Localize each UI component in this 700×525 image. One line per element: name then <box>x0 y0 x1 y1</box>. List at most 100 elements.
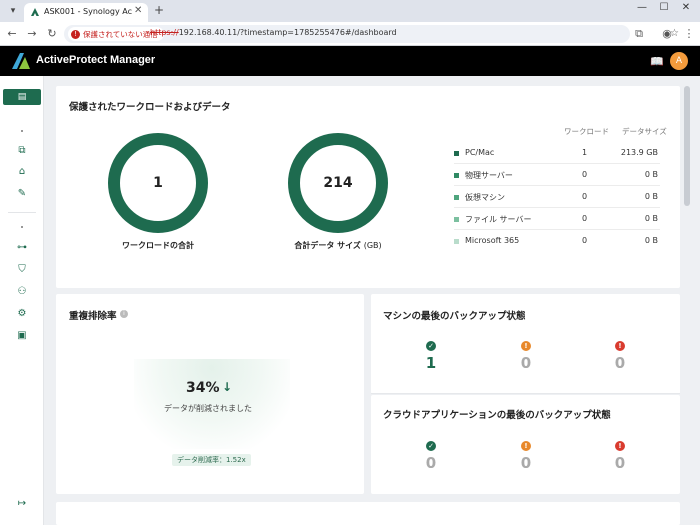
sidebar-item-reports-icon[interactable]: ✎ <box>12 187 32 201</box>
app-header: ActiveProtect Manager 📖 A <box>0 46 700 76</box>
legend-swatch <box>454 173 459 178</box>
sidebar-group-dot <box>21 130 23 132</box>
synology-favicon-icon <box>31 8 39 16</box>
workload-type-name: Microsoft 365 <box>465 236 520 245</box>
browser-tabbar: ▾ ASK001 - Synology ActiveProtect ✕ + — … <box>0 0 700 22</box>
success-check-icon: ✓ <box>426 441 436 451</box>
browser-toolbar: ← → ↻ ! 保護されていない通信 https://192.168.40.11… <box>0 22 700 46</box>
machine-success-count[interactable]: 1 <box>416 354 446 372</box>
sidebar-group-dot <box>21 226 23 228</box>
legend-swatch <box>454 239 459 244</box>
info-icon[interactable]: i <box>120 310 128 318</box>
row-divider <box>454 163 660 164</box>
user-avatar[interactable]: A <box>670 52 688 70</box>
workload-count: 1 <box>582 148 588 157</box>
card-title: 保護されたワークロードおよびデータ <box>69 102 231 113</box>
security-label: 保護されていない通信 <box>83 29 158 39</box>
url-scheme: https:// <box>150 28 179 37</box>
workload-data-size: 0 B <box>644 236 658 245</box>
profile-icon[interactable]: ◉ <box>660 27 674 40</box>
machine-backup-card: マシンの最後のバックアップ状態 ✓ ! ! 1 0 0 <box>371 294 680 394</box>
card-title: 重複排除率 <box>69 311 117 322</box>
warning-icon: ! <box>521 441 531 451</box>
col-header-workload: ワークロード <box>564 127 609 136</box>
warning-icon: ! <box>521 341 531 351</box>
window-close-icon[interactable]: ✕ <box>676 2 696 13</box>
reload-icon[interactable]: ↻ <box>44 27 60 40</box>
sidebar-item-users-icon[interactable]: ⚇ <box>12 285 32 299</box>
dedupe-ratio-chip: データ削減率：1.52x <box>172 454 251 466</box>
workload-count: 0 <box>582 214 588 223</box>
extensions-icon[interactable]: ⧉ <box>632 27 646 41</box>
workload-total-value: 1 <box>153 175 163 191</box>
tab-search-icon[interactable]: ▾ <box>6 4 20 18</box>
card-title: マシンの最後のバックアップ状態 <box>383 311 526 322</box>
cloud-error-count: 0 <box>614 454 626 472</box>
help-book-icon[interactable]: 📖 <box>650 55 664 68</box>
legend-swatch <box>454 195 459 200</box>
success-check-icon: ✓ <box>426 341 436 351</box>
cloud-backup-card: クラウドアプリケーションの最後のバックアップ状態 ✓ ! ! 0 0 0 <box>371 395 680 494</box>
dedupe-card: 重複排除率 i 34% ↓ データが削減されました データ削減率：1.52x <box>56 294 364 494</box>
workload-type-name: 物理サーバー <box>465 171 513 180</box>
app-title: ActiveProtect Manager <box>36 54 156 66</box>
legend-swatch <box>454 217 459 222</box>
dashboard-main: 保護されたワークロードおよびデータ 1 ワークロードの合計 214 合計データ … <box>44 76 700 525</box>
dedupe-percent: 34% <box>186 380 220 396</box>
activeprotect-logo-icon <box>12 53 30 69</box>
workload-data-size: 0 B <box>644 214 658 223</box>
address-bar[interactable]: ! 保護されていない通信 https://192.168.40.11/?time… <box>64 25 679 43</box>
workload-total-label: ワークロードの合計 <box>122 241 194 250</box>
workload-count: 0 <box>582 236 588 245</box>
browser-tab[interactable]: ASK001 - Synology ActiveProtect ✕ <box>24 3 148 22</box>
page-scrollbar[interactable] <box>684 86 690 206</box>
maximize-icon[interactable]: ☐ <box>654 2 674 13</box>
protected-workloads-card: 保護されたワークロードおよびデータ 1 ワークロードの合計 214 合計データ … <box>56 86 680 288</box>
col-header-size: データサイズ <box>622 127 667 136</box>
sidebar: ▤ ⧉ ⌂ ✎ ⊶ ⛉ ⚇ ⚙ ▣ ↦ <box>0 76 44 525</box>
data-size-unit: (GB) <box>363 241 382 250</box>
tab-title: ASK001 - Synology ActiveProtect <box>44 7 132 16</box>
cloud-success-count: 0 <box>425 454 437 472</box>
sidebar-item-workloads-icon[interactable]: ⧉ <box>12 144 32 158</box>
dedupe-subtitle: データが削減されました <box>164 404 252 413</box>
sidebar-divider <box>8 212 36 213</box>
workload-count: 0 <box>582 192 588 201</box>
url-rest: 192.168.40.11/?timestamp=1785255476#/das… <box>178 28 397 37</box>
row-divider <box>454 229 660 230</box>
legend-swatch <box>454 151 459 156</box>
error-icon: ! <box>615 341 625 351</box>
workload-data-size: 0 B <box>644 192 658 201</box>
card-title: クラウドアプリケーションの最後のバックアップ状態 <box>383 410 611 421</box>
sidebar-item-shield-icon[interactable]: ⛉ <box>12 263 32 277</box>
workload-type-name: PC/Mac <box>465 148 495 157</box>
sidebar-item-settings-icon[interactable]: ⚙ <box>12 307 32 321</box>
menu-kebab-icon[interactable]: ⋮ <box>682 27 696 40</box>
back-icon[interactable]: ← <box>4 27 20 40</box>
sidebar-item-devices-icon[interactable]: ⌂ <box>12 165 32 179</box>
arrow-down-icon: ↓ <box>222 380 233 394</box>
row-divider <box>454 207 660 208</box>
row-divider <box>454 185 660 186</box>
data-size-label-text: 合計データ サイズ <box>294 241 361 250</box>
sidebar-item-cluster-icon[interactable]: ⊶ <box>12 241 32 255</box>
tab-close-icon[interactable]: ✕ <box>134 5 142 16</box>
error-icon: ! <box>615 441 625 451</box>
card-divider <box>371 393 680 394</box>
forward-icon[interactable]: → <box>24 27 40 40</box>
sidebar-item-dashboard-icon[interactable]: ▤ <box>3 89 41 105</box>
workload-count: 0 <box>582 170 588 179</box>
sidebar-item-logs-icon[interactable]: ▣ <box>12 329 32 343</box>
workload-type-name: 仮想マシン <box>465 193 505 202</box>
next-card-partial <box>56 502 680 525</box>
workload-type-name: ファイル サーバー <box>465 215 532 224</box>
data-size-label: 合計データ サイズ (GB) <box>268 240 408 251</box>
minimize-icon[interactable]: — <box>632 2 652 13</box>
machine-error-count: 0 <box>614 354 626 372</box>
new-tab-icon[interactable]: + <box>154 3 164 17</box>
machine-warning-count: 0 <box>520 354 532 372</box>
sidebar-collapse-icon[interactable]: ↦ <box>12 497 32 511</box>
warning-icon: ! <box>71 29 80 39</box>
workload-data-size: 0 B <box>644 170 658 179</box>
data-size-value: 214 <box>323 175 353 191</box>
